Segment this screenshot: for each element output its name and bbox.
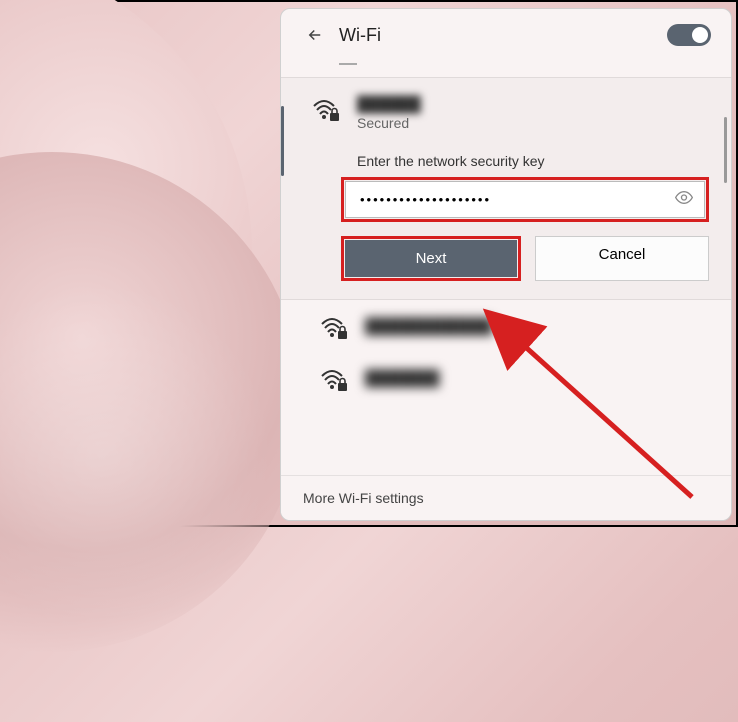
available-network-item[interactable]: ████████████	[281, 300, 731, 352]
selection-indicator	[281, 106, 284, 176]
arrow-left-icon	[306, 26, 324, 44]
wifi-secured-icon	[319, 366, 347, 390]
back-button[interactable]	[301, 21, 329, 49]
password-input[interactable]	[345, 181, 705, 218]
cancel-button[interactable]: Cancel	[535, 236, 709, 281]
flyout-header: Wi-Fi	[281, 9, 731, 57]
divider	[339, 63, 357, 65]
page-title: Wi-Fi	[339, 25, 381, 46]
button-row: Next Cancel	[341, 236, 709, 281]
password-input-highlight	[341, 177, 709, 222]
eye-icon	[674, 187, 694, 207]
network-ssid: ████████████	[365, 318, 493, 335]
network-status: Secured	[357, 115, 421, 131]
more-wifi-settings-link[interactable]: More Wi-Fi settings	[281, 475, 731, 520]
network-ssid: ███████	[365, 370, 439, 387]
next-button-highlight: Next	[341, 236, 521, 281]
wifi-toggle[interactable]	[667, 24, 711, 46]
active-network-card: ██████ Secured Enter the network securit…	[281, 77, 731, 300]
wifi-flyout-panel: Wi-Fi ██████ Secured Enter the network	[280, 8, 732, 521]
scrollbar-thumb[interactable]	[724, 117, 727, 183]
wifi-secured-icon	[319, 314, 347, 338]
network-ssid: ██████	[357, 96, 421, 113]
reveal-password-button[interactable]	[674, 187, 694, 212]
password-prompt: Enter the network security key	[357, 153, 731, 169]
network-header: ██████ Secured	[281, 78, 731, 139]
wifi-secured-icon	[311, 96, 339, 120]
next-button[interactable]: Next	[345, 240, 517, 277]
available-network-item[interactable]: ███████	[281, 352, 731, 404]
